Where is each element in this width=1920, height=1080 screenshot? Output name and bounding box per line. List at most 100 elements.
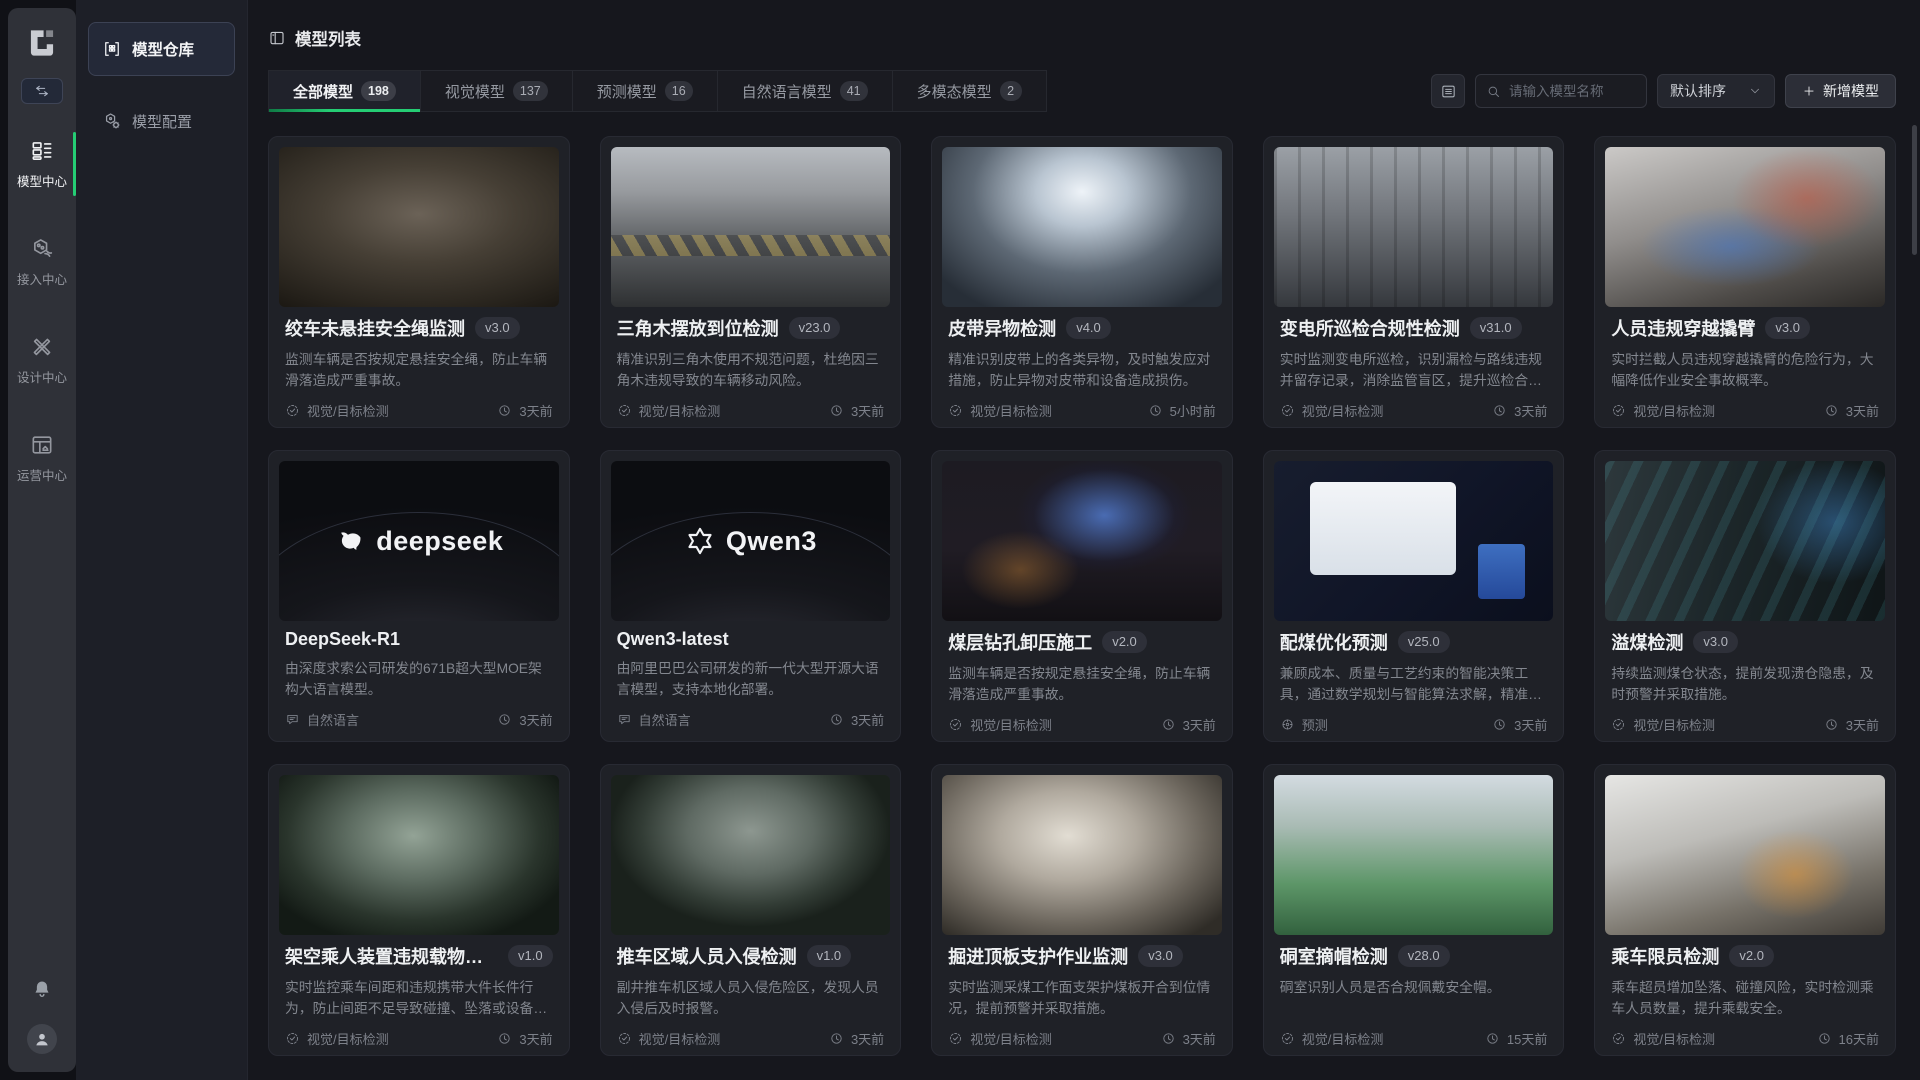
add-model-button[interactable]: 新增模型 <box>1785 74 1896 108</box>
tab-predict[interactable]: 预测模型 16 <box>572 70 718 112</box>
model-card[interactable]: Qwen3 Qwen3-latest 由阿里巴巴公司研发的新一代大型开源大语言模型，… <box>600 450 902 742</box>
model-thumbnail <box>942 775 1222 935</box>
update-time-icon <box>1485 1031 1500 1046</box>
model-thumbnail <box>1274 461 1554 621</box>
tab-label: 自然语言模型 <box>742 81 832 102</box>
scrollbar-thumb[interactable] <box>1912 125 1917 255</box>
user-avatar[interactable] <box>27 1024 57 1054</box>
search-input[interactable] <box>1509 84 1636 99</box>
updated-time: 3天前 <box>1183 1029 1216 1048</box>
config-icon <box>102 111 122 131</box>
model-thumbnail: Qwen3 <box>611 461 891 621</box>
update-time-icon <box>1492 717 1507 732</box>
tab-label: 全部模型 <box>293 81 353 102</box>
model-card[interactable]: 三角木摆放到位检测v23.0精准识别三角木使用不规范问题，杜绝因三角木违规导致的… <box>600 136 902 428</box>
list-view-icon <box>1440 83 1457 100</box>
tab-count-badge: 16 <box>665 81 693 101</box>
model-title: 推车区域人员入侵检测 <box>617 943 797 969</box>
toolbar: 全部模型198视觉模型137预测模型16自然语言模型41多模态模型2 默认排序 … <box>268 70 1896 112</box>
model-title: 硐室摘帽检测 <box>1280 943 1388 969</box>
model-thumbnail <box>279 147 559 307</box>
app-logo[interactable] <box>23 24 61 62</box>
updated-time: 3天前 <box>1846 401 1879 420</box>
rail-item-design-center[interactable]: 设计中心 <box>12 326 72 394</box>
model-thumbnail: deepseek <box>279 461 559 621</box>
target-icon <box>1611 403 1626 418</box>
sort-select[interactable]: 默认排序 <box>1657 74 1775 108</box>
model-card[interactable]: 煤层钻孔卸压施工v2.0监测车辆是否按规定悬挂安全绳，防止车辆滑落造成严重事故。… <box>931 450 1233 742</box>
model-description: 乘车超员增加坠落、碰撞风险，实时检测乘车人员数量，提升乘载安全。 <box>1611 977 1879 1019</box>
model-card[interactable]: 绞车未悬挂安全绳监测v3.0监测车辆是否按规定悬挂安全绳，防止车辆滑落造成严重事… <box>268 136 570 428</box>
category-label: 视觉/目标检测 <box>1633 715 1715 734</box>
sidebar-item-model-config[interactable]: 模型配置 <box>88 106 235 136</box>
model-thumbnail <box>279 775 559 935</box>
model-card[interactable]: 架空乘人装置违规载物检测v1.0实时监控乘车间距和违规携带大件长件行为，防止间距… <box>268 764 570 1056</box>
version-badge: v28.0 <box>1398 945 1450 967</box>
llm-logo: deepseek <box>279 461 559 621</box>
model-card[interactable]: 人员违规穿越撬臂v3.0实时拦截人员违规穿越撬臂的危险行为，大幅降低作业安全事故… <box>1594 136 1896 428</box>
chevron-down-icon <box>1748 84 1762 98</box>
model-card[interactable]: 推车区域人员入侵检测v1.0副井推车机区域人员入侵危险区，发现人员入侵后及时报警… <box>600 764 902 1056</box>
model-card[interactable]: 配煤优化预测v25.0兼顾成本、质量与工艺约束的智能决策工具，通过数学规划与智能… <box>1263 450 1565 742</box>
model-description: 精准识别三角木使用不规范问题，杜绝因三角木违规导致的车辆移动风险。 <box>617 349 885 391</box>
model-card[interactable]: 皮带异物检测v4.0精准识别皮带上的各类异物，及时触发应对措施，防止异物对皮带和… <box>931 136 1233 428</box>
version-badge: v1.0 <box>508 945 553 967</box>
updated-time: 3天前 <box>851 401 884 420</box>
model-title: 架空乘人装置违规载物检测 <box>285 943 498 969</box>
update-time-icon <box>1824 403 1839 418</box>
updated-time: 3天前 <box>1183 715 1216 734</box>
rail-item-ops-center[interactable]: 运营中心 <box>12 424 72 492</box>
predict-icon <box>1280 717 1295 732</box>
sidebar-collapse-button[interactable] <box>21 78 63 104</box>
model-title: 煤层钻孔卸压施工 <box>948 629 1092 655</box>
model-title: 变电所巡检合规性检测 <box>1280 315 1460 341</box>
chat-icon <box>617 712 632 727</box>
model-card[interactable]: 掘进顶板支护作业监测v3.0实时监测采煤工作面支架护煤板开合到位情况，提前预警并… <box>931 764 1233 1056</box>
updated-time: 3天前 <box>519 1029 552 1048</box>
model-description: 兼顾成本、质量与工艺约束的智能决策工具，通过数学规划与智能算法求解，精准匹配单种… <box>1280 663 1548 705</box>
updated-time: 5小时前 <box>1170 401 1216 420</box>
category-label: 视觉/目标检测 <box>970 1029 1052 1048</box>
model-title: 三角木摆放到位检测 <box>617 315 779 341</box>
updated-time: 3天前 <box>1514 401 1547 420</box>
version-badge: v1.0 <box>807 945 852 967</box>
version-badge: v31.0 <box>1470 317 1522 339</box>
tab-nlp[interactable]: 自然语言模型41 <box>717 70 893 112</box>
notifications-bell[interactable] <box>31 978 53 1000</box>
model-card[interactable]: 溢煤检测v3.0持续监测煤仓状态，提前发现溃仓隐患，及时预警并采取措施。视觉/目… <box>1594 450 1896 742</box>
updated-time: 3天前 <box>851 1029 884 1048</box>
rail-item-model-center[interactable]: 模型中心 <box>12 130 72 198</box>
rail-item-access-center[interactable]: 接入中心 <box>12 228 72 296</box>
model-card[interactable]: 硐室摘帽检测v28.0硐室识别人员是否合规佩戴安全帽。视觉/目标检测15天前 <box>1263 764 1565 1056</box>
llm-logo: Qwen3 <box>611 461 891 621</box>
target-icon <box>1611 717 1626 732</box>
main-content: 模型列表 全部模型198视觉模型137预测模型16自然语言模型41多模态模型2 … <box>248 0 1920 1080</box>
model-description: 实时监测采煤工作面支架护煤板开合到位情况，提前预警并采取措施。 <box>948 977 1216 1019</box>
model-card[interactable]: 变电所巡检合规性检测v31.0实时监测变电所巡检，识别漏检与路线违规并留存记录，… <box>1263 136 1565 428</box>
tab-vision[interactable]: 视觉模型137 <box>420 70 573 112</box>
sidebar-item-model-repo[interactable]: 模型仓库 <box>88 22 235 76</box>
target-icon <box>617 1031 632 1046</box>
model-list-icon <box>268 29 286 47</box>
tab-multimodal[interactable]: 多模态模型2 <box>892 70 1047 112</box>
update-time-icon <box>829 1031 844 1046</box>
model-title: Qwen3-latest <box>617 629 729 650</box>
model-description: 由阿里巴巴公司研发的新一代大型开源大语言模型，支持本地化部署。 <box>617 658 885 700</box>
view-toggle-button[interactable] <box>1431 74 1465 108</box>
rail-item-label: 接入中心 <box>17 269 67 288</box>
model-title: 掘进顶板支护作业监测 <box>948 943 1128 969</box>
tab-label: 预测模型 <box>597 81 657 102</box>
model-thumbnail <box>1605 461 1885 621</box>
rail-item-label: 设计中心 <box>17 367 67 386</box>
version-badge: v4.0 <box>1066 317 1111 339</box>
category-label: 视觉/目标检测 <box>970 401 1052 420</box>
plus-icon <box>1802 84 1816 98</box>
tab-all[interactable]: 全部模型198 <box>268 70 421 112</box>
version-badge: v3.0 <box>1693 631 1738 653</box>
model-card[interactable]: deepseekDeepSeek-R1由深度求索公司研发的671B超大型MOE架… <box>268 450 570 742</box>
model-card[interactable]: 乘车限员检测v2.0乘车超员增加坠落、碰撞风险，实时检测乘车人员数量，提升乘载安… <box>1594 764 1896 1056</box>
sort-label: 默认排序 <box>1670 81 1726 101</box>
category-label: 视觉/目标检测 <box>970 715 1052 734</box>
page-header: 模型列表 <box>268 26 1896 50</box>
qwen-logo-icon <box>684 525 716 557</box>
